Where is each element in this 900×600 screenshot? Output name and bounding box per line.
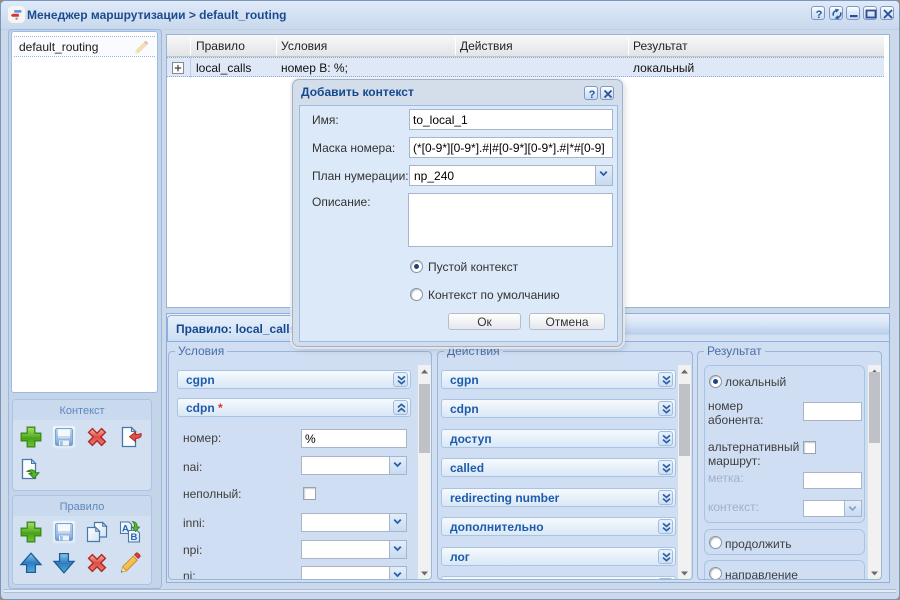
svg-text:?: ? [816, 9, 823, 21]
svg-text:B: B [131, 532, 138, 543]
svg-text:A: A [122, 524, 129, 535]
svg-text:?: ? [589, 89, 596, 101]
